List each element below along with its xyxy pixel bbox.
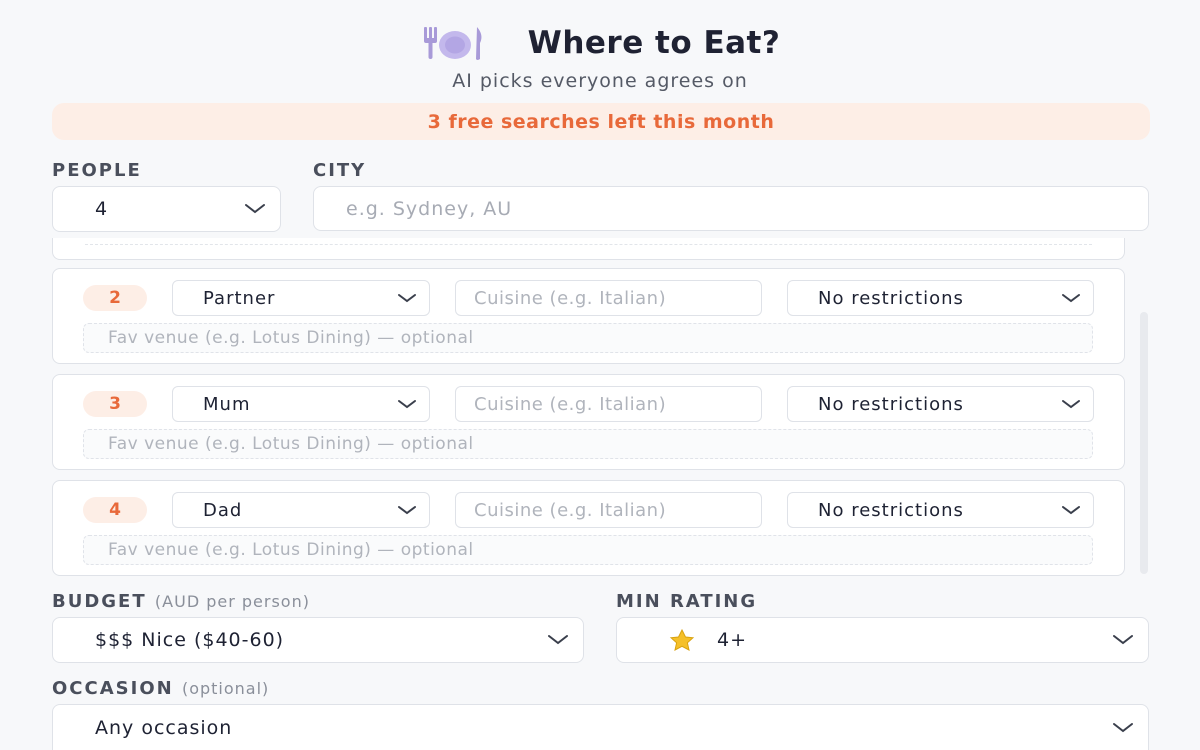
plate-cutlery-icon <box>423 27 482 60</box>
dietary-select[interactable]: No restrictions <box>787 386 1094 422</box>
occasion-value: Any occasion <box>95 716 233 739</box>
people-select[interactable]: 4 <box>52 186 281 232</box>
fav-venue-input[interactable]: Fav venue (e.g. Lotus Dining) — optional <box>83 323 1093 353</box>
free-searches-banner: 3 free searches left this month <box>52 103 1150 140</box>
app-header: Where to Eat? AI picks everyone agrees o… <box>0 20 1200 92</box>
chevron-down-icon <box>1062 505 1080 514</box>
person-number-badge: 3 <box>83 391 147 417</box>
cuisine-placeholder: Cuisine (e.g. Italian) <box>474 287 667 309</box>
chevron-down-icon <box>548 635 568 645</box>
person-role-value: Partner <box>203 287 276 309</box>
dietary-value: No restrictions <box>818 499 964 521</box>
person-role-value: Dad <box>203 499 243 521</box>
person-role-value: Mum <box>203 393 251 415</box>
chevron-down-icon <box>398 505 416 514</box>
person-card: 4 Dad Cuisine (e.g. Italian) No restrict… <box>52 480 1125 576</box>
rating-label-text: MIN RATING <box>616 591 758 612</box>
star-icon <box>669 629 695 651</box>
budget-label: BUDGET (AUD per person) <box>52 591 310 612</box>
banner-text: 3 free searches left this month <box>427 110 775 133</box>
min-rating-select[interactable]: 4+ <box>616 617 1149 663</box>
city-placeholder: e.g. Sydney, AU <box>346 197 513 220</box>
chevron-down-icon <box>1113 722 1133 732</box>
person-role-select[interactable]: Partner <box>172 280 430 316</box>
dietary-select[interactable]: No restrictions <box>787 492 1094 528</box>
person-number-badge: 2 <box>83 285 147 311</box>
person-card: 2 Partner Cuisine (e.g. Italian) No rest… <box>52 268 1125 364</box>
rating-label: MIN RATING <box>616 591 757 612</box>
person-role-select[interactable]: Dad <box>172 492 430 528</box>
fav-venue-placeholder: Fav venue (e.g. Lotus Dining) — optional <box>108 434 474 454</box>
chevron-down-icon <box>1062 399 1080 408</box>
cuisine-placeholder: Cuisine (e.g. Italian) <box>474 499 667 521</box>
chevron-down-icon <box>398 293 416 302</box>
person-list-scrollbar[interactable] <box>1140 312 1148 574</box>
budget-select[interactable]: $$$ Nice ($40-60) <box>52 617 584 663</box>
fav-venue-input[interactable]: Fav venue (e.g. Lotus Dining) — optional <box>83 429 1093 459</box>
occasion-sublabel: (optional) <box>181 679 270 698</box>
person-role-select[interactable]: Mum <box>172 386 430 422</box>
occasion-label: OCCASION (optional) <box>52 678 269 699</box>
person-card: 3 Mum Cuisine (e.g. Italian) No restrict… <box>52 374 1125 470</box>
city-label-text: CITY <box>313 160 367 181</box>
min-rating-value: 4+ <box>717 629 748 651</box>
city-label: CITY <box>313 160 366 181</box>
chevron-down-icon <box>1062 293 1080 302</box>
dietary-value: No restrictions <box>818 393 964 415</box>
occasion-select[interactable]: Any occasion <box>52 704 1149 750</box>
dietary-value: No restrictions <box>818 287 964 309</box>
page-subtitle: AI picks everyone agrees on <box>452 70 748 92</box>
cuisine-input[interactable]: Cuisine (e.g. Italian) <box>455 492 762 528</box>
dietary-select[interactable]: No restrictions <box>787 280 1094 316</box>
chevron-down-icon <box>1113 635 1133 645</box>
person-card-partial <box>52 238 1125 260</box>
person-number-badge: 4 <box>83 497 147 523</box>
fav-venue-field-partial <box>85 244 1092 245</box>
page-title: Where to Eat? <box>527 25 781 61</box>
fav-venue-input[interactable]: Fav venue (e.g. Lotus Dining) — optional <box>83 535 1093 565</box>
people-value: 4 <box>95 198 109 220</box>
budget-value: $$$ Nice ($40-60) <box>95 629 285 651</box>
city-input[interactable]: e.g. Sydney, AU <box>313 186 1149 231</box>
chevron-down-icon <box>398 399 416 408</box>
budget-sublabel: (AUD per person) <box>154 592 310 611</box>
cuisine-placeholder: Cuisine (e.g. Italian) <box>474 393 667 415</box>
cuisine-input[interactable]: Cuisine (e.g. Italian) <box>455 280 762 316</box>
chevron-down-icon <box>245 204 265 214</box>
fav-venue-placeholder: Fav venue (e.g. Lotus Dining) — optional <box>108 328 474 348</box>
budget-label-text: BUDGET <box>52 591 147 612</box>
fav-venue-placeholder: Fav venue (e.g. Lotus Dining) — optional <box>108 540 474 560</box>
people-label-text: PEOPLE <box>52 160 142 181</box>
people-label: PEOPLE <box>52 160 142 181</box>
cuisine-input[interactable]: Cuisine (e.g. Italian) <box>455 386 762 422</box>
occasion-label-text: OCCASION <box>52 678 174 699</box>
